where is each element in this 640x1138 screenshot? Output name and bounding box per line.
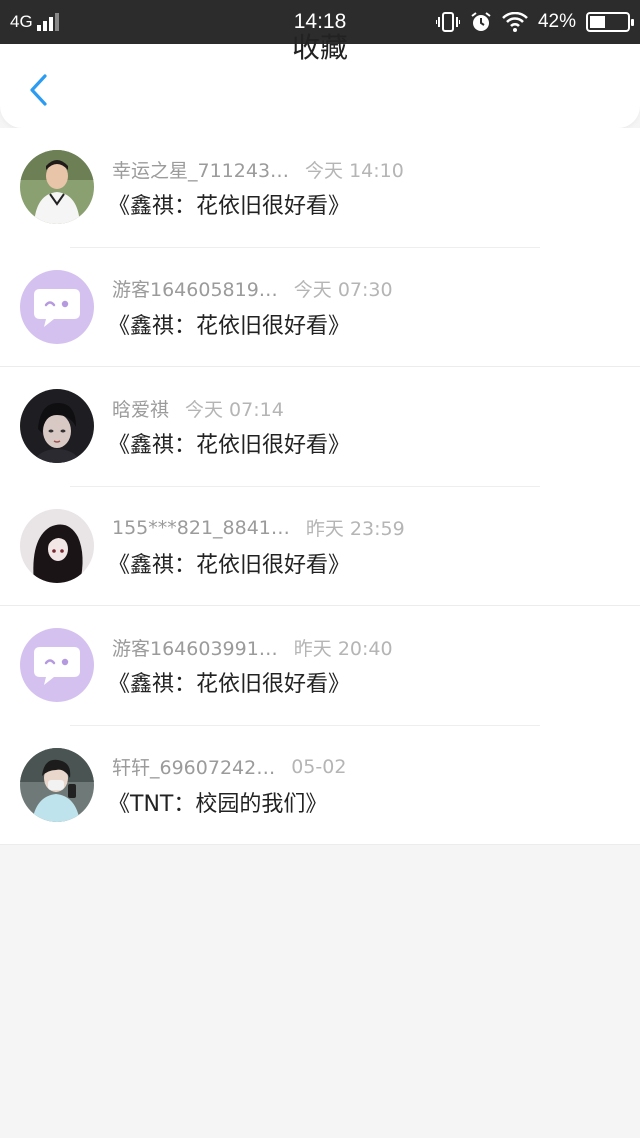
list-item[interactable]: 155***821_8841… 昨天 23:59 《鑫祺：花依旧很好看》	[0, 487, 640, 606]
page-title: 收藏	[291, 31, 348, 64]
work-title[interactable]: 《TNT：校园的我们》	[108, 786, 327, 818]
list-item[interactable]: 幸运之星_711243… 今天 14:10 《鑫祺：花依旧很好看》	[0, 128, 640, 248]
work-title[interactable]: 《鑫祺：花依旧很好看》	[108, 547, 350, 579]
user-line: 晗爱祺 今天 07:14	[112, 395, 284, 421]
work-title[interactable]: 《鑫祺：花依旧很好看》	[108, 308, 350, 340]
avatar	[20, 269, 94, 344]
user-name[interactable]: 晗爱祺	[112, 395, 169, 422]
avatar	[20, 150, 94, 224]
divider	[0, 844, 640, 845]
timestamp: 今天 07:30	[293, 279, 393, 301]
user-name[interactable]: 155***821_8841…	[112, 517, 290, 539]
user-name[interactable]: 轩轩_69607242…	[112, 753, 275, 780]
timestamp: 今天 14:10	[305, 159, 404, 182]
work-title[interactable]: 《鑫祺：花依旧很好看》	[108, 666, 350, 698]
list-item[interactable]: 游客164603991… 昨天 20:40 《鑫祺：花依旧很好看》	[0, 606, 640, 726]
work-title[interactable]: 《鑫祺：花依旧很好看》	[108, 188, 350, 220]
user-line: 155***821_8841… 昨天 23:59	[112, 515, 405, 541]
timestamp: 昨天 23:59	[305, 518, 405, 540]
timestamp: 昨天 20:40	[293, 637, 393, 660]
header: 收藏	[0, 31, 640, 128]
avatar	[20, 747, 94, 822]
user-name[interactable]: 游客164603991…	[112, 634, 278, 661]
user-line: 轩轩_69607242… 05-02	[112, 754, 346, 780]
list-item[interactable]: 轩轩_69607242… 05-02 《TNT：校园的我们》	[0, 726, 640, 845]
user-line: 游客164605819… 今天 07:30	[112, 276, 393, 302]
avatar	[20, 628, 94, 702]
user-line: 幸运之星_711243… 今天 14:10	[112, 156, 404, 182]
user-photo-icon	[20, 150, 94, 224]
guest-chat-icon	[34, 647, 80, 685]
user-photo-icon	[20, 747, 94, 822]
list-item[interactable]: 游客164605819… 今天 07:30 《鑫祺：花依旧很好看》	[0, 248, 640, 367]
user-name[interactable]: 幸运之星_711243…	[112, 156, 289, 183]
work-title[interactable]: 《鑫祺：花依旧很好看》	[108, 427, 350, 459]
guest-chat-icon	[34, 288, 80, 327]
list-item[interactable]: 晗爱祺 今天 07:14 《鑫祺：花依旧很好看》	[0, 367, 640, 487]
avatar	[20, 508, 94, 583]
user-photo-icon	[20, 389, 94, 463]
user-name[interactable]: 游客164605819…	[112, 275, 278, 302]
timestamp: 今天 07:14	[185, 398, 284, 421]
timestamp: 05-02	[291, 755, 347, 778]
user-photo-icon	[20, 508, 94, 583]
favorites-list: 幸运之星_711243… 今天 14:10 《鑫祺：花依旧很好看》 游客1646…	[0, 128, 640, 845]
user-line: 游客164603991… 昨天 20:40	[112, 634, 393, 660]
avatar	[20, 389, 94, 463]
